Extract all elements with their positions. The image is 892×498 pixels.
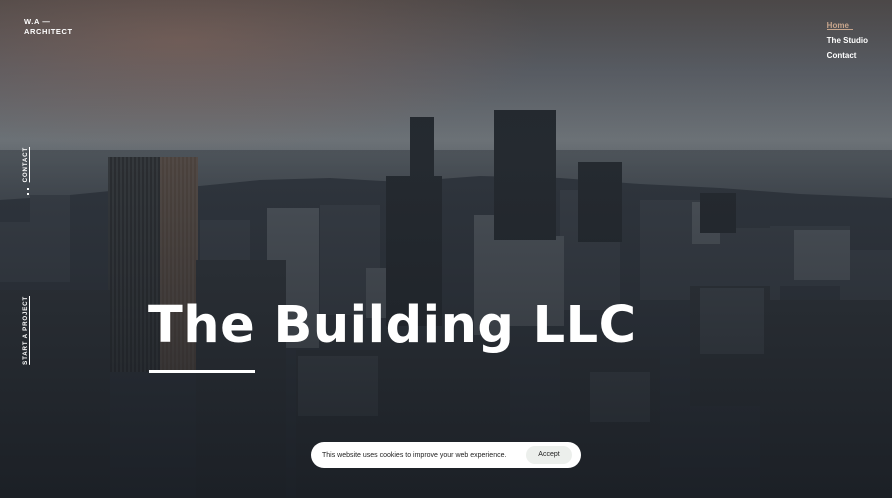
- nav-item-contact[interactable]: Contact: [827, 48, 868, 63]
- side-dots-divider: [27, 188, 33, 198]
- accept-cookies-button[interactable]: Accept: [526, 446, 572, 464]
- nav-item-home[interactable]: Home: [827, 18, 868, 33]
- hero-overlay: [0, 0, 892, 498]
- logo-line-1: W.A —: [24, 17, 51, 26]
- main-nav: Home The Studio Contact: [826, 18, 868, 63]
- side-contact-link[interactable]: Contact: [22, 147, 29, 182]
- cookie-banner: This website uses cookies to improve you…: [311, 442, 581, 468]
- hero-background: [0, 0, 892, 498]
- logo-line-2: ARCHITECT: [24, 26, 73, 36]
- hero-title-underline: [149, 370, 255, 373]
- site-logo[interactable]: W.A — ARCHITECT: [24, 17, 73, 36]
- nav-item-the-studio[interactable]: The Studio: [827, 33, 868, 48]
- cookie-message: This website uses cookies to improve you…: [322, 451, 507, 459]
- nav-active-underline: [826, 29, 853, 30]
- side-start-project-link[interactable]: Start a project: [22, 296, 29, 365]
- hero-title: The Building LLC: [148, 296, 637, 355]
